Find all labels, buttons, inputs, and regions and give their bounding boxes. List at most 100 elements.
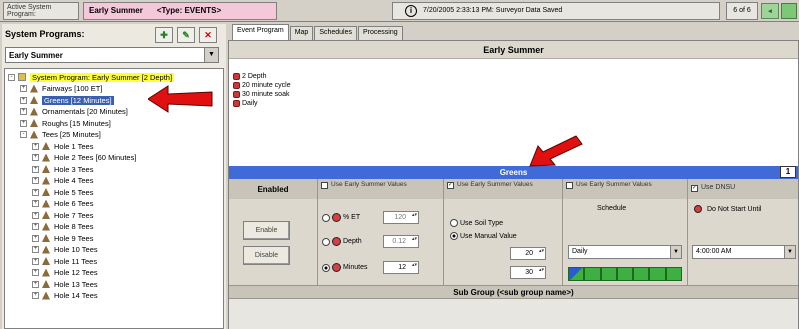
tree-item[interactable]: + Hole 9 Tees	[32, 233, 93, 243]
tree-item[interactable]: + Hole 6 Tees	[32, 199, 93, 209]
group-number[interactable]: 1	[780, 166, 796, 178]
tree-item[interactable]: + Ornamentals [20 Minutes]	[20, 107, 128, 117]
day-toggle[interactable]	[616, 267, 634, 281]
delete-program-icon[interactable]: ✕	[199, 27, 217, 43]
annotation-arrow-down-icon	[529, 135, 583, 167]
expand-icon[interactable]: +	[20, 119, 27, 127]
sprinkler-icon	[42, 222, 50, 231]
expand-icon[interactable]: +	[32, 234, 39, 242]
day-toggle[interactable]	[633, 267, 650, 281]
et-label: % ET	[343, 214, 361, 221]
expand-icon[interactable]: +	[32, 200, 39, 207]
expand-icon[interactable]: +	[32, 188, 39, 196]
tree-item[interactable]: + Hole 13 Tees	[32, 279, 98, 289]
schedule-label: Schedule	[597, 205, 627, 212]
tree-item[interactable]: + Roughs [15 Minutes]	[20, 118, 111, 128]
expand-icon[interactable]: +	[32, 142, 39, 150]
system-programs-title: System Programs:	[5, 29, 85, 39]
expand-icon[interactable]: +	[20, 108, 27, 115]
soil-type-radio[interactable]	[450, 219, 458, 227]
et-stepper[interactable]: 120	[383, 211, 419, 224]
tree-item[interactable]: + Hole 14 Tees	[32, 291, 98, 301]
use-es-schedule-checkbox[interactable]	[566, 182, 573, 189]
expand-icon[interactable]: +	[32, 280, 39, 288]
collapse-icon[interactable]: -	[8, 73, 15, 81]
depth-radio[interactable]	[322, 237, 330, 246]
tab-map[interactable]: Map	[289, 26, 314, 40]
expand-icon[interactable]: +	[32, 269, 39, 276]
tree-item[interactable]: - System Program: Early Summer [2 Depth]	[8, 72, 175, 82]
expand-icon[interactable]: +	[20, 85, 27, 92]
tree-item[interactable]: + Hole 12 Tees	[32, 268, 98, 278]
expand-icon[interactable]: +	[32, 257, 39, 265]
tab-processing[interactable]: Processing	[358, 26, 403, 40]
expand-icon[interactable]: +	[32, 177, 39, 184]
day-toggle[interactable]	[584, 267, 601, 281]
expand-icon[interactable]: +	[32, 223, 39, 230]
day-toggle[interactable]	[568, 267, 585, 281]
tree-item[interactable]: + Fairways [100 ET]	[20, 84, 102, 94]
green-status-icon[interactable]: ◂	[761, 2, 779, 19]
expand-icon[interactable]: +	[20, 96, 27, 104]
tree-item[interactable]: + Hole 10 Tees	[32, 245, 98, 255]
disable-button[interactable]: Disable	[243, 246, 290, 265]
day-toggle[interactable]	[665, 267, 682, 281]
schedule-column: Use Early Summer Values Schedule Daily ▼	[563, 179, 688, 285]
minutes-radio[interactable]	[322, 263, 330, 272]
use-es-cycle-checkbox[interactable]: ✓	[447, 182, 454, 189]
tab-event-program[interactable]: Event Program	[232, 24, 289, 40]
add-program-icon[interactable]: ✚	[155, 27, 173, 43]
tree-item[interactable]: + Hole 5 Tees	[32, 187, 93, 197]
sprinkler-icon	[42, 245, 50, 254]
tree-item[interactable]: + Hole 1 Tees	[32, 141, 93, 151]
tree-item[interactable]: - Tees [25 Minutes]	[20, 130, 101, 140]
schedule-days[interactable]	[568, 267, 682, 281]
tab-bar: Event Program Map Schedules Processing	[232, 24, 404, 40]
tree-item[interactable]: + Hole 11 Tees	[32, 256, 97, 266]
tree-item[interactable]: + Greens [12 Minutes]	[20, 95, 114, 105]
depth-stepper[interactable]: 0.12	[383, 235, 419, 248]
program-title: Early Summer	[229, 41, 798, 59]
manual-value-radio[interactable]	[450, 232, 458, 240]
cycle-value-row: 20	[510, 247, 546, 260]
use-es-runtime-checkbox[interactable]	[321, 182, 328, 189]
use-dnsu-checkbox[interactable]: ✓	[691, 185, 698, 192]
expand-icon[interactable]: +	[32, 165, 39, 173]
tree-item-label: Hole 1 Tees	[54, 141, 94, 151]
tree-item[interactable]: + Hole 8 Tees	[32, 222, 93, 232]
tree-item[interactable]: + Hole 7 Tees	[32, 210, 93, 220]
tab-schedules[interactable]: Schedules	[314, 26, 358, 40]
cycle-stepper[interactable]: 20	[510, 247, 546, 260]
tree-item-label: Fairways [100 ET]	[42, 84, 103, 93]
enable-button[interactable]: Enable	[243, 221, 290, 240]
tree-item[interactable]: + Hole 3 Tees	[32, 164, 93, 174]
schedule-select[interactable]: Daily ▼	[568, 245, 682, 259]
start-time-select[interactable]: 4:00:00 AM ▼	[692, 245, 796, 259]
copy-program-icon[interactable]: ✎	[177, 27, 195, 43]
green-indicator-icon[interactable]	[781, 2, 797, 19]
group-settings: Enabled Enable Disable Use Early Summer …	[229, 179, 798, 285]
minutes-stepper[interactable]: 12	[383, 261, 419, 274]
chevron-down-icon[interactable]: ▼	[784, 246, 795, 258]
runtime-column: Use Early Summer Values % ET 120 Depth 0…	[318, 179, 444, 285]
chevron-down-icon[interactable]: ▼	[670, 246, 681, 258]
day-toggle[interactable]	[649, 267, 666, 281]
expand-icon[interactable]: +	[32, 292, 39, 299]
et-icon	[332, 213, 341, 222]
chevron-down-icon[interactable]: ▼	[204, 48, 218, 62]
tree-item[interactable]: + Hole 2 Tees [60 Minutes]	[32, 153, 136, 163]
sprinkler-icon	[30, 130, 38, 139]
collapse-icon[interactable]: -	[20, 131, 27, 138]
tree-item-label: Roughs [15 Minutes]	[42, 118, 111, 128]
expand-icon[interactable]: +	[32, 211, 39, 219]
expand-icon[interactable]: +	[32, 246, 39, 253]
schedule-item-icon	[233, 73, 240, 80]
et-radio[interactable]	[322, 213, 330, 222]
tree-item[interactable]: + Hole 4 Tees	[32, 176, 93, 186]
program-select[interactable]: Early Summer ▼	[5, 47, 219, 63]
soak-stepper[interactable]: 30	[510, 266, 546, 279]
expand-icon[interactable]: +	[32, 154, 39, 161]
tree-item-label: Hole 4 Tees	[54, 176, 94, 185]
tree-item-label: Hole 13 Tees	[54, 279, 98, 289]
day-toggle[interactable]	[600, 267, 617, 281]
